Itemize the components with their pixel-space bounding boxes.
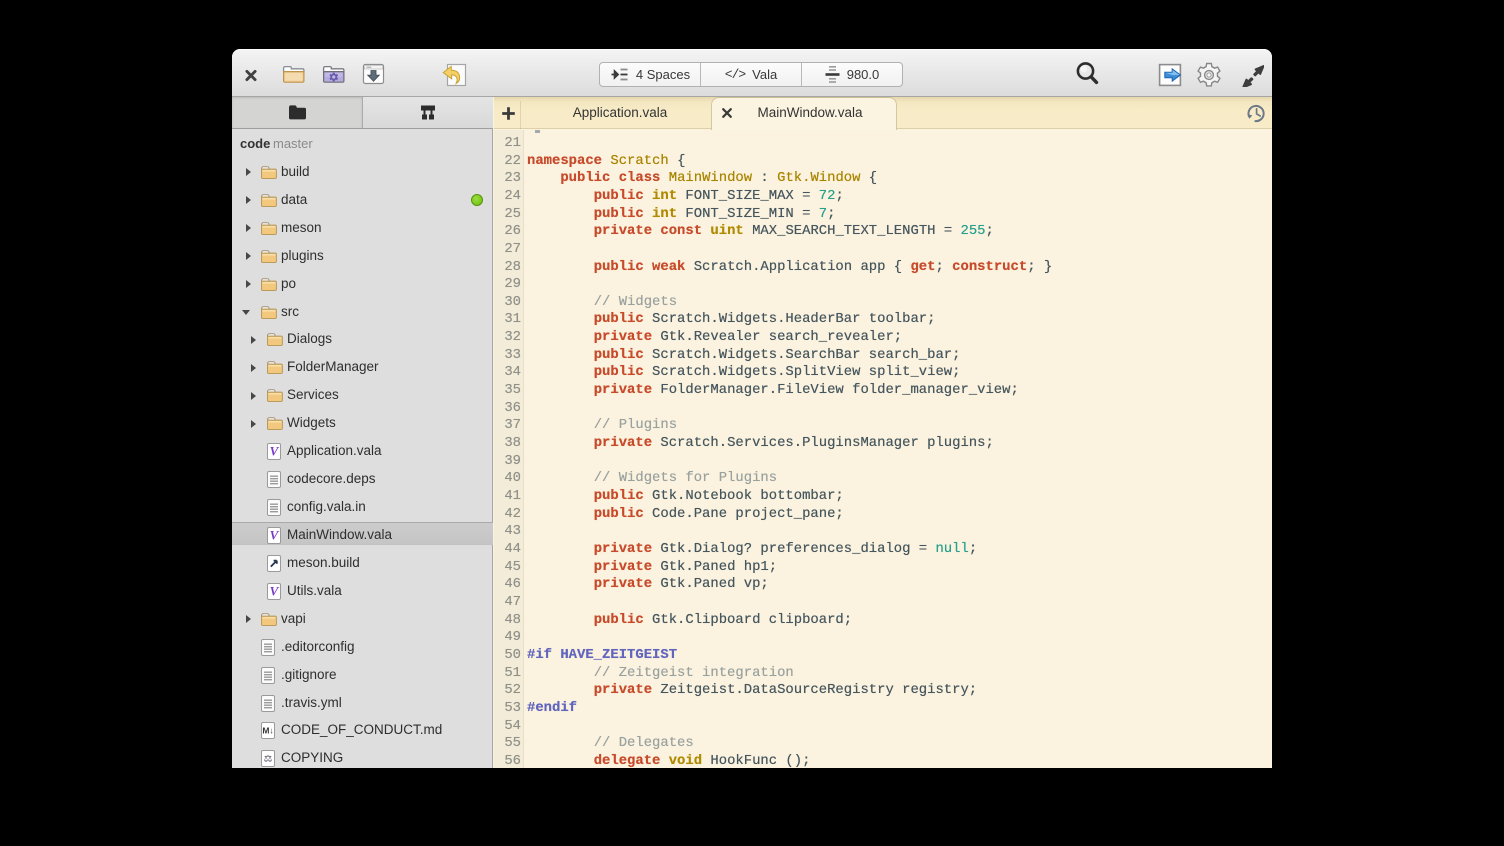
svg-text:M↓: M↓ [262, 726, 273, 736]
svg-text:V: V [270, 583, 280, 598]
svg-text:⚖: ⚖ [264, 754, 273, 765]
svg-text:V: V [270, 444, 280, 459]
svg-text:V: V [270, 527, 280, 542]
